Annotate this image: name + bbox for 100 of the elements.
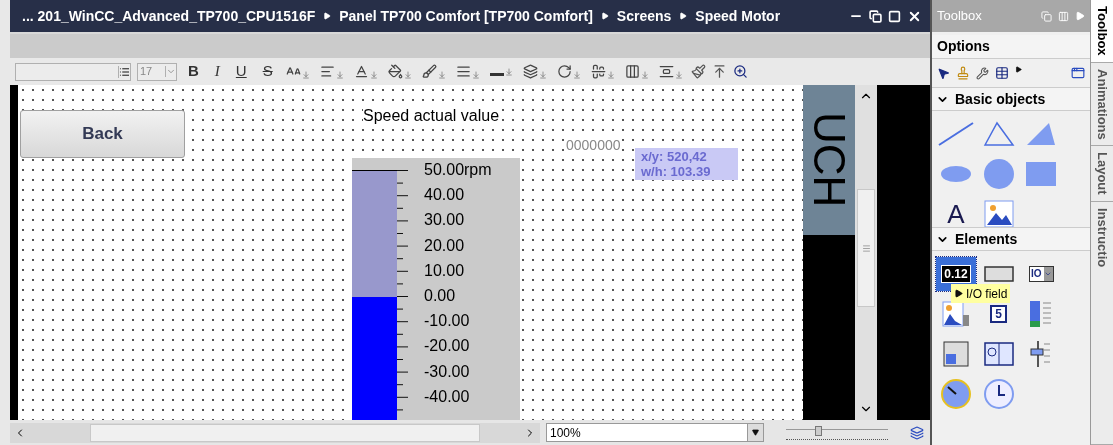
text-color-icon xyxy=(353,64,369,79)
text-tool-icon: A xyxy=(947,201,965,227)
position-text: x/y: 520,42 xyxy=(641,149,708,164)
align-center-icon xyxy=(590,64,606,79)
properties-icon[interactable] xyxy=(976,66,989,80)
line-style-icon xyxy=(489,72,504,76)
columns-icon xyxy=(624,64,640,79)
scale-label: 50.00rpm xyxy=(424,161,492,179)
side-tab[interactable]: Toolbox xyxy=(1091,0,1113,63)
breadcrumb-arrow-icon xyxy=(600,12,609,20)
pointer-icon[interactable] xyxy=(937,66,950,80)
options-header: Options xyxy=(932,35,1090,59)
toolbar-dropdown-button[interactable] xyxy=(487,67,515,76)
dropdown-arrow-icon xyxy=(606,71,615,79)
window-icon[interactable] xyxy=(1071,66,1085,80)
font-name-field[interactable] xyxy=(15,62,131,81)
tooltip-arrow-icon xyxy=(954,289,963,298)
dropdown-arrow-icon xyxy=(572,71,581,79)
line-icon xyxy=(936,121,976,147)
io-field: 0000000 xyxy=(566,137,621,153)
zoom-field[interactable]: 100% xyxy=(546,423,764,442)
image-list-icon xyxy=(942,301,970,327)
ellipse-icon xyxy=(940,165,972,183)
scale-label: 0.00 xyxy=(424,287,456,305)
scale-label: -10.00 xyxy=(424,312,470,331)
symbolic-io-icon: IO xyxy=(1029,266,1054,282)
section-header[interactable]: Elements xyxy=(932,227,1090,251)
scale-label: 10.00 xyxy=(424,261,465,280)
breadcrumb-item[interactable]: Speed Motor xyxy=(695,5,781,27)
clock-icon xyxy=(983,379,1014,409)
toolbar-dropdown-button[interactable] xyxy=(385,64,414,79)
format-button[interactable]: S xyxy=(257,60,278,83)
polygon-icon xyxy=(1025,121,1058,147)
rectangle-icon xyxy=(1025,161,1058,187)
dropdown-icon xyxy=(165,66,176,77)
side-tab[interactable]: Instructio xyxy=(1091,202,1113,445)
breadcrumb-item[interactable]: ... 201_WinCC_Advanced_TP700_CPU1516F xyxy=(22,5,316,27)
breadcrumb-arrow-icon xyxy=(679,12,688,20)
fill-bucket-icon xyxy=(387,64,403,79)
vertical-label: UCH xyxy=(807,112,851,208)
restore-icon[interactable] xyxy=(869,9,882,23)
layers-icon xyxy=(522,64,538,79)
stamp-icon[interactable] xyxy=(956,66,970,80)
circle-icon xyxy=(982,158,1015,190)
rotate-icon xyxy=(556,64,572,79)
dropdown-arrow-icon xyxy=(471,71,480,79)
position-text: w/h: 103.39 xyxy=(641,164,712,179)
side-tab[interactable]: Animations xyxy=(1091,62,1113,147)
list-icon xyxy=(118,65,130,78)
breadcrumb-item[interactable]: Panel TP700 Comfort [TP700 Comfort] xyxy=(339,5,593,27)
grip-icon xyxy=(861,243,871,253)
scroll-thumb[interactable] xyxy=(857,189,875,307)
side-tab[interactable]: Layout xyxy=(1091,146,1113,202)
horizontal-scrollbar[interactable] xyxy=(10,422,540,443)
breadcrumb-arrow-icon xyxy=(323,12,332,20)
dropdown-arrow-icon xyxy=(640,71,649,79)
align-icon xyxy=(319,64,335,79)
spacing-icon xyxy=(658,64,674,79)
format-button[interactable]: U xyxy=(230,60,252,83)
speed-label: Speed actual value xyxy=(363,106,500,126)
switch-icon xyxy=(943,341,969,367)
counter-icon: 5 xyxy=(990,305,1007,323)
scale-label: -40.00 xyxy=(424,387,470,406)
gauge-icon xyxy=(941,379,971,409)
zoom-slider[interactable] xyxy=(786,425,888,440)
button-icon xyxy=(983,266,1014,282)
vertical-scrollbar[interactable] xyxy=(855,85,877,420)
line-weight-icon xyxy=(455,64,471,79)
toolbox-title: Toolbox xyxy=(937,7,982,26)
scale-label: 20.00 xyxy=(424,236,465,255)
dropdown-arrow-icon xyxy=(437,71,446,79)
format-button[interactable]: I xyxy=(209,60,225,83)
dropdown-arrow-icon xyxy=(335,71,344,79)
layers-icon[interactable] xyxy=(910,425,924,440)
table-icon[interactable] xyxy=(995,66,1009,80)
slider-thumb[interactable] xyxy=(814,425,822,436)
scale-label: 40.00 xyxy=(424,186,465,205)
zoom-selection-icon[interactable] xyxy=(732,64,748,79)
format-button[interactable]: B xyxy=(183,60,204,83)
more-icon[interactable] xyxy=(1015,65,1022,73)
dropdown-arrow-icon xyxy=(538,71,547,79)
back-button[interactable]: Back xyxy=(20,110,185,158)
section-header[interactable]: Basic objects xyxy=(932,87,1090,111)
breadcrumb-item[interactable]: Screens xyxy=(616,5,672,27)
dropdown-arrow-icon xyxy=(301,71,310,79)
tool-item[interactable]: IO xyxy=(1021,257,1062,291)
bar-icon xyxy=(1029,300,1054,328)
io-field-icon: 0.12 xyxy=(941,265,971,283)
scroll-thumb[interactable] xyxy=(90,423,480,442)
scale-label: 30.00 xyxy=(424,211,465,230)
scale-label: -30.00 xyxy=(424,362,470,381)
brush-icon xyxy=(421,64,437,79)
dropdown-arrow-icon xyxy=(369,71,378,79)
format-painter-icon[interactable] xyxy=(690,64,706,79)
dropdown-arrow-icon xyxy=(504,67,513,76)
maximize-icon[interactable] xyxy=(888,9,901,23)
slider-icon xyxy=(1030,340,1053,368)
image-icon xyxy=(983,200,1014,228)
dropdown-icon xyxy=(752,429,759,436)
scale-label: -20.00 xyxy=(424,337,470,356)
